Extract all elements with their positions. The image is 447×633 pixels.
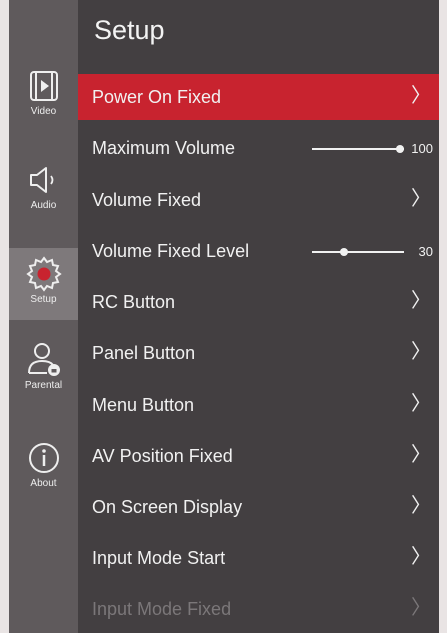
menu-item-label: Volume Fixed Level <box>92 241 250 261</box>
speaker-icon <box>29 167 53 193</box>
sidebar-item-about[interactable]: About <box>9 440 78 489</box>
page-title: Setup <box>94 15 165 45</box>
volume-level-slider-knob[interactable] <box>340 248 348 256</box>
menu-item-label: On Screen Display <box>92 497 243 517</box>
menu-item-label: AV Position Fixed <box>92 446 233 466</box>
menu-item-panel-button[interactable]: Panel Button 〉 <box>78 330 439 376</box>
sidebar-item-label: About <box>30 478 57 489</box>
sidebar-item-audio[interactable]: Audio <box>9 162 78 211</box>
volume-slider-track[interactable] <box>312 148 404 150</box>
sidebar-item-label: Audio <box>30 200 57 211</box>
menu-item-label: Volume Fixed <box>92 190 202 210</box>
menu-item-on-screen-display[interactable]: On Screen Display 〉 <box>78 484 439 530</box>
chevron-right-icon: 〉 <box>411 495 431 517</box>
sidebar-item-video[interactable]: Video <box>9 68 78 117</box>
chevron-right-icon: 〉 <box>411 85 431 107</box>
menu-item-label: Input Mode Start <box>92 548 226 568</box>
menu-item-maximum-volume[interactable]: Maximum Volume 100 <box>78 125 439 171</box>
menu-item-power-on-fixed[interactable]: Power On Fixed 〉 <box>78 74 439 120</box>
slider-value: 30 <box>418 244 433 259</box>
menu-item-label: Maximum Volume <box>92 138 236 158</box>
gear-icon <box>25 256 62 292</box>
menu-item-volume-fixed-level[interactable]: Volume Fixed Level 30 <box>78 228 439 274</box>
sidebar-item-setup[interactable]: Setup <box>9 248 78 320</box>
volume-level-slider-track[interactable] <box>312 251 404 253</box>
menu-item-label: Input Mode Fixed <box>92 599 232 619</box>
user-lock-icon <box>27 343 60 376</box>
menu-item-label: Panel Button <box>92 343 196 363</box>
menu-item-input-mode-start[interactable]: Input Mode Start 〉 <box>78 535 439 581</box>
chevron-right-icon: 〉 <box>411 341 431 363</box>
info-icon <box>28 443 59 473</box>
sidebar-item-label: Setup <box>30 294 57 305</box>
chevron-right-icon: 〉 <box>411 188 431 210</box>
tv-setup-screen: Video Audio Setup Parental About Setup P… <box>0 0 447 633</box>
chevron-right-icon: 〉 <box>411 546 431 568</box>
sidebar-item-label: Parental <box>24 380 63 391</box>
sidebar: Video Audio Setup Parental About <box>9 0 78 633</box>
menu-item-av-position-fixed[interactable]: AV Position Fixed 〉 <box>78 433 439 479</box>
menu-item-label: RC Button <box>92 292 176 312</box>
screen-edge <box>439 0 447 633</box>
chevron-right-icon: 〉 <box>411 290 431 312</box>
menu-item-label: Menu Button <box>92 395 195 415</box>
film-play-icon <box>29 71 58 101</box>
chevron-right-icon: 〉 <box>411 444 431 466</box>
sidebar-item-label: Video <box>30 106 57 117</box>
slider-value: 100 <box>411 141 433 156</box>
menu-item-menu-button[interactable]: Menu Button 〉 <box>78 382 439 428</box>
menu-item-rc-button[interactable]: RC Button 〉 <box>78 279 439 325</box>
chevron-right-icon: 〉 <box>411 597 431 619</box>
volume-slider-knob[interactable] <box>396 145 404 153</box>
menu-item-label: Power On Fixed <box>92 87 222 107</box>
chevron-right-icon: 〉 <box>411 393 431 415</box>
sidebar-item-parental[interactable]: Parental <box>9 340 78 391</box>
setup-menu-panel: Setup Power On Fixed 〉 Maximum Volume 10… <box>78 0 447 633</box>
menu-item-volume-fixed[interactable]: Volume Fixed 〉 <box>78 177 439 223</box>
menu-item-input-mode-fixed: Input Mode Fixed 〉 <box>78 586 439 632</box>
